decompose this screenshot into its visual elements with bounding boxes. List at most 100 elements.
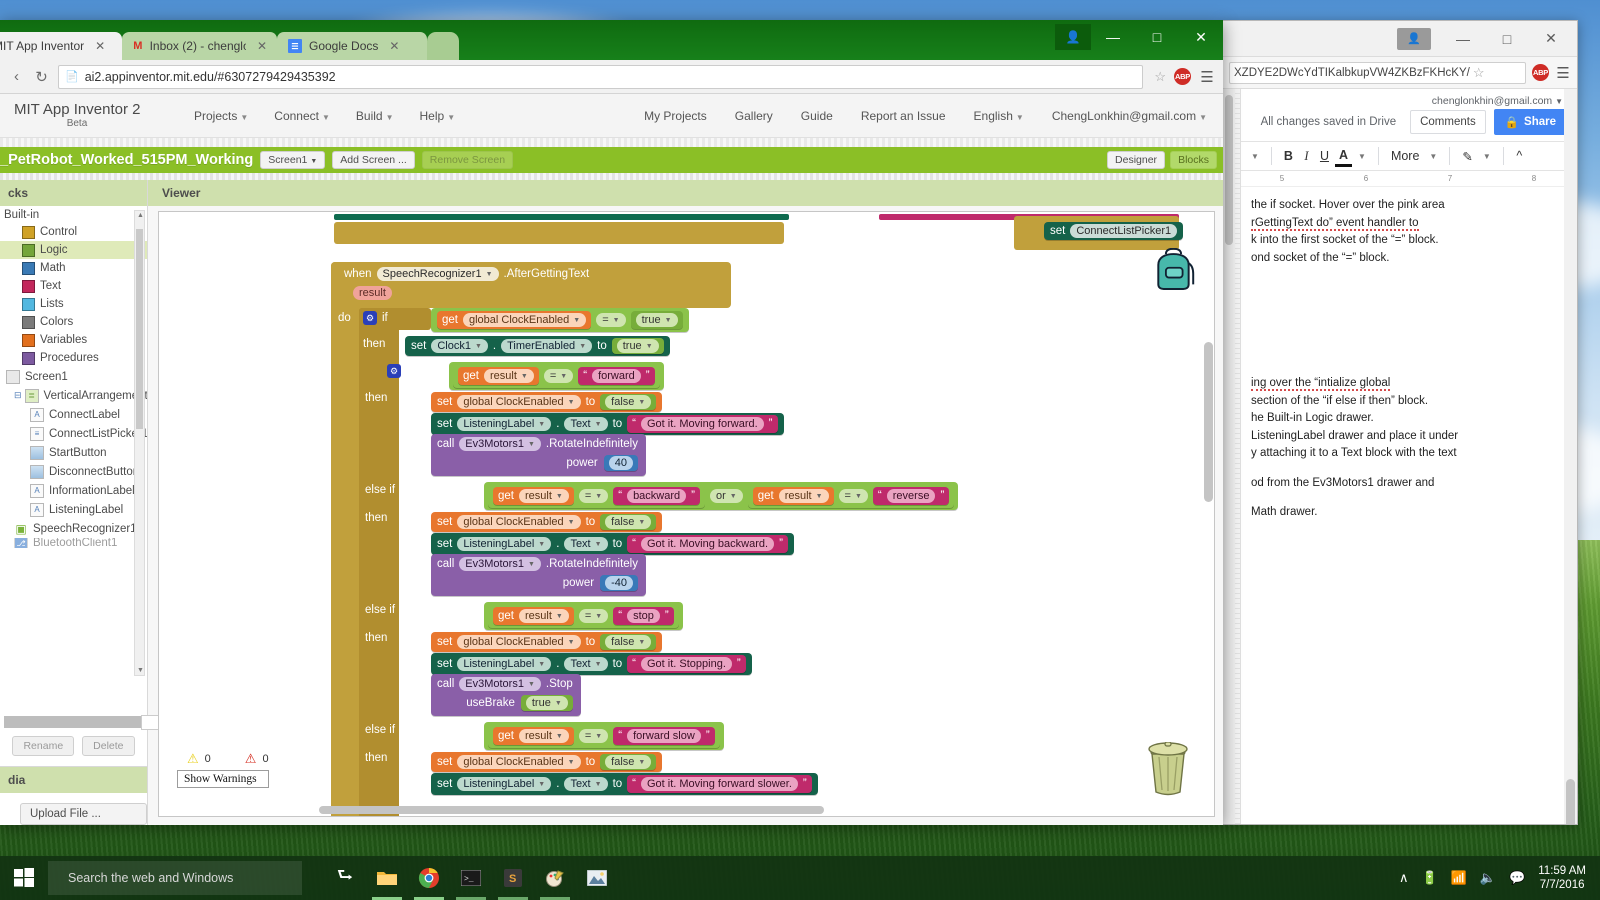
- command-prompt-icon[interactable]: >_: [450, 856, 492, 900]
- docs-close-button[interactable]: ✕: [1529, 25, 1573, 53]
- branch-keyword[interactable]: else if: [365, 724, 395, 736]
- chevron-down-icon[interactable]: ▼: [1555, 97, 1563, 106]
- menu-build[interactable]: Build ▼: [356, 109, 394, 123]
- block-set-global-clockenabled[interactable]: set global ClockEnabled ▼ to false ▼: [431, 752, 663, 772]
- branch-condition[interactable]: get result ▼ = ▼ “forward slow”: [484, 722, 724, 750]
- google-docs-window[interactable]: 👤 — □ ✕ XZDYE2DWcYdTIKalbkupVW4ZKBzFKHcK…: [1222, 20, 1578, 825]
- block-equals-comparison[interactable]: get result ▼ = ▼ “stop”: [488, 604, 679, 628]
- tree-expander-icon[interactable]: ⊟: [14, 390, 22, 401]
- field[interactable]: Text ▼: [564, 417, 608, 431]
- chrome-close-button[interactable]: ✕: [1179, 23, 1223, 51]
- italic-button[interactable]: I: [1299, 147, 1314, 166]
- block-text-string[interactable]: “backward”: [613, 487, 700, 505]
- trashcan-icon[interactable]: [1144, 742, 1192, 798]
- docs-left-scrollbar[interactable]: [1223, 89, 1235, 824]
- field[interactable]: or ▼: [709, 489, 743, 503]
- field[interactable]: ListeningLabel ▼: [457, 777, 552, 791]
- sidebar-item-listeninglabel[interactable]: A ListeningLabel: [0, 500, 147, 519]
- block-text-string[interactable]: “reverse”: [872, 487, 950, 505]
- close-icon[interactable]: ✕: [389, 39, 399, 53]
- sublime-text-icon[interactable]: S: [492, 856, 534, 900]
- branch-condition[interactable]: get result ▼ = ▼ “backward” or ▼ get result…: [484, 482, 959, 510]
- delete-button[interactable]: Delete: [82, 736, 135, 756]
- field[interactable]: Ev3Motors1 ▼: [459, 677, 541, 691]
- drawer-control[interactable]: Control: [0, 223, 147, 241]
- block-set-clock1-timerenabled[interactable]: set Clock1 ▼ . TimerEnabled ▼ to true ▼: [405, 336, 670, 356]
- adblock-icon[interactable]: ABP: [1532, 64, 1549, 81]
- block-call-ev3motors[interactable]: call Ev3Motors1 ▼ .Stop useBrake true ▼: [431, 674, 581, 716]
- block-logic-false[interactable]: false ▼: [600, 634, 657, 650]
- rename-button[interactable]: Rename: [12, 736, 75, 756]
- branch-keyword[interactable]: else if: [365, 484, 395, 496]
- file-explorer-icon[interactable]: [366, 856, 408, 900]
- block-compare-clockenabled[interactable]: get global ClockEnabled ▼ = ▼ true ▼: [431, 308, 689, 332]
- field[interactable]: stop: [627, 609, 660, 623]
- field[interactable]: result ▼: [484, 369, 534, 383]
- drawer-logic[interactable]: Logic: [0, 241, 147, 259]
- field[interactable]: = ▼: [578, 609, 609, 623]
- paint-icon[interactable]: [534, 856, 576, 900]
- search-input[interactable]: Search the web and Windows: [48, 861, 302, 895]
- block-get-variable[interactable]: get result ▼: [493, 487, 574, 505]
- mutator-icon[interactable]: ⚙: [387, 364, 401, 378]
- pen-caret-icon[interactable]: ▼: [1479, 150, 1495, 163]
- field[interactable]: -40: [605, 576, 633, 590]
- field[interactable]: global ClockEnabled ▼: [457, 635, 581, 649]
- branch-keyword[interactable]: ⚙ if: [387, 364, 412, 378]
- sidebar-item-informationlabel[interactable]: A InformationLabel: [0, 481, 147, 500]
- link-guide[interactable]: Guide: [801, 109, 833, 123]
- variable-field[interactable]: global ClockEnabled ▼: [463, 313, 587, 327]
- block-set-listeninglabel-text[interactable]: set ListeningLabel ▼. Text ▼ to “Got it. Mov…: [431, 773, 818, 795]
- wifi-icon[interactable]: 📶: [1451, 870, 1467, 886]
- mutator-icon[interactable]: ⚙: [363, 311, 377, 325]
- chrome-icon[interactable]: [408, 856, 450, 900]
- block-text-string[interactable]: “Got it. Moving forward slower.”: [627, 775, 812, 793]
- comments-button[interactable]: Comments: [1410, 110, 1486, 134]
- link-gallery[interactable]: Gallery: [735, 109, 773, 123]
- block-equals-comparison[interactable]: get result ▼ = ▼ “forward”: [453, 364, 660, 388]
- language-selector[interactable]: English ▼: [974, 109, 1024, 123]
- adblock-icon[interactable]: ABP: [1174, 68, 1191, 85]
- block-text-string[interactable]: “forward slow”: [613, 727, 715, 745]
- browser-tab-google-docs[interactable]: ☰ Google Docs ✕: [277, 32, 427, 60]
- drawer-math[interactable]: Math: [0, 259, 147, 277]
- block-get-variable[interactable]: get result ▼: [493, 607, 574, 625]
- chrome-maximize-button[interactable]: □: [1135, 23, 1179, 51]
- block-logic-true[interactable]: true ▼: [630, 311, 683, 329]
- block-logic-false[interactable]: false ▼: [600, 514, 657, 530]
- blocks-button[interactable]: Blocks: [1170, 151, 1217, 169]
- block-call-ev3motors[interactable]: call Ev3Motors1 ▼ .RotateIndefinitely powe…: [431, 434, 646, 476]
- field[interactable]: Got it. Moving backward.: [641, 537, 775, 551]
- link-my-projects[interactable]: My Projects: [644, 109, 707, 123]
- upload-file-button[interactable]: Upload File ...: [20, 803, 147, 825]
- new-tab-button[interactable]: [427, 32, 459, 60]
- scroll-down-icon[interactable]: ▼: [136, 667, 145, 674]
- field[interactable]: = ▼: [838, 489, 868, 503]
- property-field[interactable]: TimerEnabled ▼: [501, 339, 593, 353]
- browser-tab-app-inventor[interactable]: MIT App Inventor ✕: [0, 32, 122, 60]
- field[interactable]: ListeningLabel ▼: [457, 657, 552, 671]
- close-icon[interactable]: ✕: [257, 39, 267, 53]
- pen-icon[interactable]: ✎: [1458, 147, 1476, 166]
- tree-node-builtin[interactable]: Built-in: [0, 206, 147, 223]
- field[interactable]: true ▼: [525, 696, 568, 710]
- add-screen-button[interactable]: Add Screen ...: [332, 151, 415, 169]
- reload-icon[interactable]: ↻: [33, 68, 50, 86]
- font-size-caret-icon[interactable]: ▼: [1247, 150, 1263, 163]
- field[interactable]: Text ▼: [564, 777, 608, 791]
- docs-profile-icon[interactable]: 👤: [1397, 27, 1431, 50]
- menu-help[interactable]: Help ▼: [420, 109, 456, 123]
- block-text-string[interactable]: “Got it. Moving backward.”: [627, 535, 788, 553]
- block-set-listeninglabel-text[interactable]: set ListeningLabel ▼. Text ▼ to “Got it. Mov…: [431, 413, 784, 435]
- canvas-vertical-scrollbar[interactable]: [1204, 342, 1213, 502]
- docs-url-bar[interactable]: XZDYE2DWcYdTIKalbkupVW4ZKBzFKHcKY/ ☆: [1229, 61, 1526, 84]
- sidebar-item-bluetoothclient1[interactable]: ⎇ BluetoothClient1: [0, 538, 147, 548]
- canvas-horizontal-scrollbar[interactable]: [319, 806, 824, 814]
- field[interactable]: = ▼: [543, 369, 574, 383]
- scroll-up-icon[interactable]: ▲: [136, 212, 145, 219]
- notification-icon[interactable]: 💬: [1509, 870, 1525, 886]
- more-caret-icon[interactable]: ▼: [1425, 150, 1441, 163]
- tree-vertical-scrollbar[interactable]: ▲ ▼: [134, 210, 145, 676]
- show-warnings-button[interactable]: Show Warnings: [177, 770, 269, 788]
- sidebar-item-verticalarrangement1[interactable]: ⊟ ≣ VerticalArrangement1: [0, 386, 147, 405]
